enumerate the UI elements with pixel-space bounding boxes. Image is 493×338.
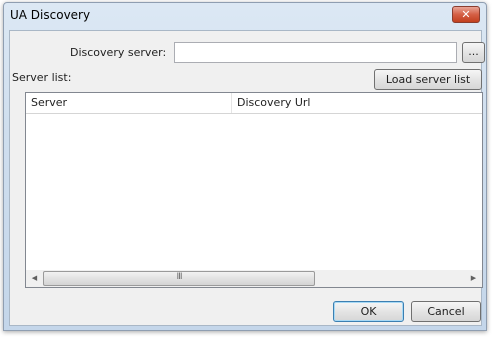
scroll-right-icon[interactable]: ▶ [465, 270, 482, 287]
close-icon: ✕ [461, 8, 471, 21]
discovery-server-input[interactable] [174, 42, 457, 63]
ok-button-label: OK [360, 305, 377, 318]
browse-button-label: ... [468, 45, 479, 58]
ok-button[interactable]: OK [333, 301, 404, 322]
discovery-server-label: Discovery server: [70, 46, 167, 59]
column-header-discovery-url[interactable]: Discovery Url [232, 93, 482, 113]
dialog-client-area: Discovery server: ... Server list: Load … [9, 30, 485, 326]
cancel-button-label: Cancel [427, 305, 465, 318]
browse-button[interactable]: ... [462, 42, 485, 63]
close-button[interactable]: ✕ [452, 6, 480, 23]
load-server-list-button-label: Load server list [385, 73, 471, 86]
window-title: UA Discovery [10, 8, 91, 22]
dialog-window: UA Discovery ✕ Discovery server: ... Ser… [3, 2, 487, 331]
scroll-left-icon[interactable]: ◀ [26, 270, 43, 287]
scrollbar-thumb[interactable]: III [43, 271, 315, 286]
horizontal-scrollbar[interactable]: ◀ III ▶ [26, 270, 482, 287]
list-header: Server Discovery Url [26, 93, 482, 114]
load-server-list-button[interactable]: Load server list [374, 69, 482, 90]
server-list[interactable]: Server Discovery Url ◀ III ▶ [25, 92, 483, 288]
scrollbar-grip-icon: III [176, 272, 183, 282]
server-list-label: Server list: [12, 71, 72, 84]
column-header-server[interactable]: Server [26, 93, 231, 113]
cancel-button[interactable]: Cancel [411, 301, 481, 322]
